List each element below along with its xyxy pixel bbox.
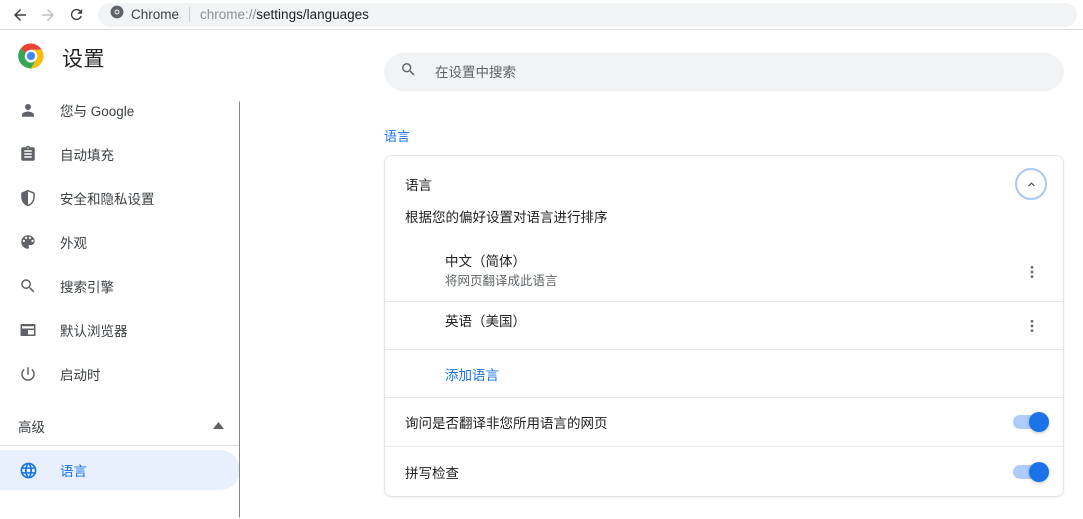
languages-card-title: 语言 (405, 178, 432, 193)
reload-icon (68, 6, 85, 23)
sidebar-scrollbar[interactable] (239, 100, 240, 519)
language-item-texts: 英语（美国） (445, 302, 1017, 341)
toggle-knob (1029, 461, 1049, 482)
address-bar-url: chrome://settings/languages (200, 7, 369, 22)
arrow-right-icon (39, 6, 57, 24)
sidebar-item-you-and-google[interactable]: 您与 Google (0, 90, 240, 130)
browser-toolbar: Chrome chrome://settings/languages (0, 0, 1083, 30)
language-item-texts: 中文（简体） 将网页翻译成此语言 (445, 242, 1017, 301)
forward-button[interactable] (34, 1, 62, 29)
language-options-button[interactable] (1017, 311, 1047, 341)
triangle-up-icon (213, 417, 224, 435)
sidebar-item-label: 启动时 (60, 368, 101, 383)
chrome-favicon-icon (110, 5, 124, 24)
language-name: 中文（简体） (445, 254, 526, 269)
url-path: settings/languages (256, 7, 369, 22)
chevron-up-icon (1025, 178, 1038, 191)
assignment-icon (18, 144, 38, 164)
palette-icon (18, 232, 38, 252)
sidebar-item-default-browser[interactable]: 默认浏览器 (0, 310, 240, 350)
settings-main: 语言 语言 根据您的偏好设置对语言进行排序 中文（简体） 将网页翻译成此语言 (240, 30, 1083, 519)
setting-row-spell-check: 拼写检查 (385, 447, 1063, 496)
search-icon (400, 61, 417, 83)
sidebar-item-label: 默认浏览器 (60, 324, 128, 339)
settings-sidebar: 设置 您与 Google 自动填充 安全和隐私设置 外观 搜索引擎 默认浏览器 … (0, 30, 240, 519)
spell-check-toggle[interactable] (1013, 461, 1049, 482)
setting-row-offer-translate: 询问是否翻译非您所用语言的网页 (385, 398, 1063, 447)
browser-window-icon (18, 320, 38, 340)
sidebar-item-privacy-security[interactable]: 安全和隐私设置 (0, 178, 240, 218)
more-vert-icon (1024, 264, 1040, 280)
sidebar-item-appearance[interactable]: 外观 (0, 222, 240, 262)
sidebar-item-label: 您与 Google (60, 104, 135, 119)
sidebar-item-label: 搜索引擎 (60, 280, 114, 295)
sidebar-item-label: 外观 (60, 236, 87, 251)
chrome-logo-icon (18, 43, 44, 74)
omnibox-divider (189, 7, 191, 22)
shield-icon (18, 188, 38, 208)
reload-button[interactable] (62, 1, 90, 29)
sidebar-advanced-toggle[interactable]: 高级 (0, 406, 240, 446)
language-options-button[interactable] (1017, 257, 1047, 287)
settings-page: 设置 您与 Google 自动填充 安全和隐私设置 外观 搜索引擎 默认浏览器 … (0, 30, 1083, 519)
sidebar-advanced-label: 高级 (18, 419, 45, 435)
collapse-section-button[interactable] (1015, 168, 1047, 200)
page-title: 设置 (62, 48, 105, 71)
sidebar-item-label: 语言 (60, 464, 87, 479)
sidebar-item-search-engine[interactable]: 搜索引擎 (0, 266, 240, 306)
language-list-item[interactable]: 中文（简体） 将网页翻译成此语言 (385, 242, 1063, 302)
globe-icon (18, 460, 38, 480)
url-scheme: chrome:// (200, 7, 257, 22)
sidebar-item-languages[interactable]: 语言 (0, 450, 240, 490)
languages-card-subtitle: 根据您的偏好设置对语言进行排序 (405, 210, 608, 225)
sidebar-item-label: 安全和隐私设置 (60, 192, 155, 207)
language-name: 英语（美国） (445, 314, 526, 329)
languages-card-header: 语言 (385, 156, 1063, 212)
search-input[interactable] (435, 53, 1048, 91)
setting-label: 询问是否翻译非您所用语言的网页 (405, 416, 608, 431)
search-icon (18, 276, 38, 296)
setting-label: 拼写检查 (405, 465, 459, 481)
section-title: 语言 (384, 129, 411, 144)
more-vert-icon (1024, 318, 1040, 334)
language-description: 将网页翻译成此语言 (445, 274, 558, 288)
site-chip-label: Chrome (131, 7, 180, 22)
search-bar[interactable] (384, 53, 1064, 91)
person-icon (18, 100, 38, 120)
add-language-row: 添加语言 (385, 350, 1063, 398)
sidebar-item-autofill[interactable]: 自动填充 (0, 134, 240, 174)
add-language-link[interactable]: 添加语言 (445, 364, 499, 384)
language-list-item[interactable]: 英语（美国） (385, 302, 1063, 350)
address-bar[interactable]: Chrome chrome://settings/languages (98, 2, 1077, 27)
sidebar-item-label: 自动填充 (60, 148, 114, 163)
settings-header: 设置 (0, 30, 240, 86)
power-icon (18, 364, 38, 384)
offer-translate-toggle[interactable] (1013, 412, 1049, 432)
sidebar-item-on-startup[interactable]: 启动时 (0, 354, 240, 394)
arrow-left-icon (11, 6, 29, 24)
toggle-knob (1029, 412, 1049, 432)
back-button[interactable] (6, 1, 34, 29)
languages-card: 语言 根据您的偏好设置对语言进行排序 中文（简体） 将网页翻译成此语言 英语（美… (384, 155, 1064, 497)
